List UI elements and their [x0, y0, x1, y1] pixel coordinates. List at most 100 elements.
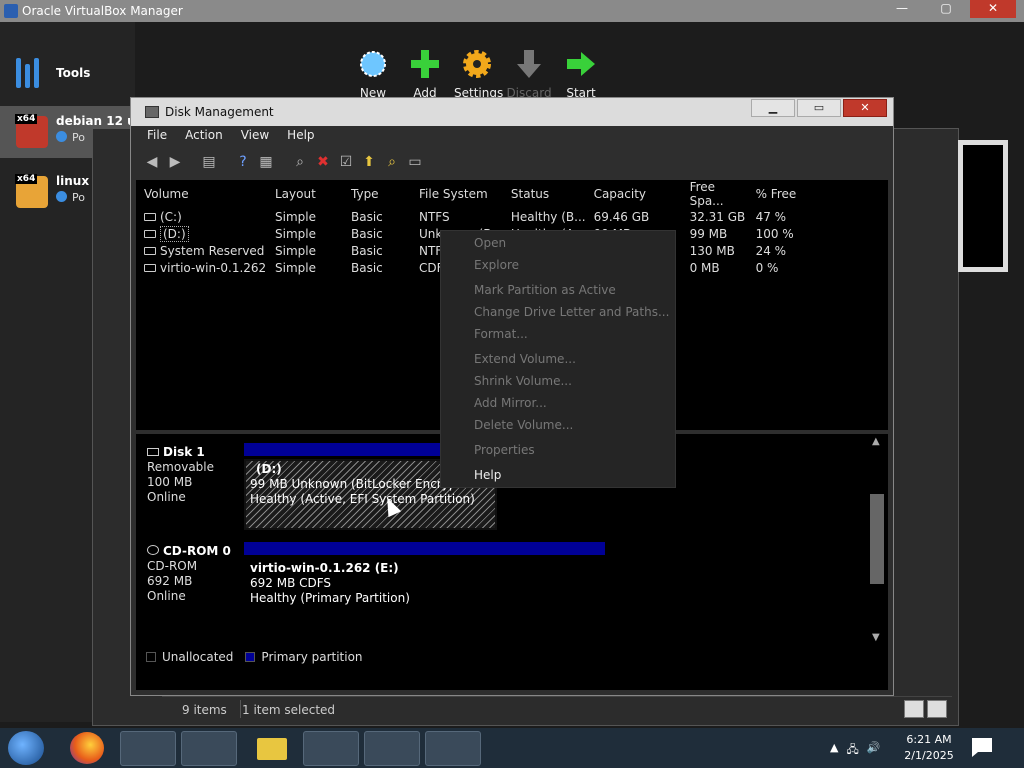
help-icon[interactable]: ?	[234, 153, 252, 171]
clock[interactable]: 6:21 AM 2/1/2025	[904, 732, 954, 764]
menu-item-open[interactable]: Open	[474, 236, 506, 250]
preview-panel	[958, 140, 1008, 272]
dm-close-button[interactable]: ✕	[843, 99, 887, 117]
col-type[interactable]: Type	[343, 180, 411, 208]
linux-icon: x64	[15, 174, 48, 208]
discard-button[interactable]: Discard	[506, 48, 552, 100]
drive-icon	[144, 212, 156, 221]
export-icon[interactable]: ⬆	[360, 153, 378, 171]
cdrom0-info[interactable]: CD-ROM 0 CD-ROM 692 MB Online	[147, 544, 231, 604]
menu-item-shrink-volume[interactable]: Shrink Volume...	[474, 374, 572, 388]
tray-expand-icon[interactable]: ▲	[830, 741, 838, 760]
legend-unallocated: Unallocated	[162, 650, 234, 664]
menu-view[interactable]: View	[241, 128, 269, 148]
discard-arrow-icon	[517, 50, 541, 78]
status-selected: 1 item selected	[242, 703, 336, 717]
show-pane-icon[interactable]: ▦	[257, 153, 275, 171]
search-folder-icon[interactable]: ⌕	[383, 153, 401, 171]
check-icon[interactable]: ☑	[337, 153, 355, 171]
col-percent-free[interactable]: % Free	[748, 180, 828, 208]
notification-icon[interactable]: 1	[970, 736, 994, 758]
disk-management-title-bar: Disk Management ▁ ▭ ✕	[131, 98, 893, 126]
menu-item-extend-volume[interactable]: Extend Volume...	[474, 352, 576, 366]
drive-icon	[144, 229, 156, 238]
menu-item-explore[interactable]: Explore	[474, 258, 519, 272]
connect-icon[interactable]: ⌕	[291, 153, 309, 171]
tools-item[interactable]: Tools	[16, 58, 90, 88]
taskbar-disk-management-icon[interactable]	[425, 731, 481, 766]
col-free-space[interactable]: Free Spa...	[682, 180, 748, 208]
menu-item-mark-active[interactable]: Mark Partition as Active	[474, 283, 616, 297]
dm-minimize-button[interactable]: ▁	[751, 99, 795, 117]
drive-icon	[144, 246, 156, 255]
menu-item-add-mirror[interactable]: Add Mirror...	[474, 396, 547, 410]
disk-management-icon	[145, 106, 159, 118]
dm-maximize-button[interactable]: ▭	[797, 99, 841, 117]
volume-list-header: Volume Layout Type File System Status Ca…	[136, 180, 828, 208]
scrollbar-thumb[interactable]	[870, 494, 884, 584]
new-button[interactable]: New	[350, 48, 396, 100]
taskbar-app-5[interactable]	[364, 731, 420, 766]
scroll-up-icon: ▲	[872, 436, 880, 447]
tiles-view-icon[interactable]	[927, 700, 947, 718]
unallocated-swatch	[146, 652, 156, 662]
col-status[interactable]: Status	[503, 180, 586, 208]
status-items: 9 items	[182, 703, 227, 717]
volume-icon[interactable]: 🔊	[867, 741, 881, 760]
taskbar: ▲ 🖧 🔊 6:21 AM 2/1/2025 1	[0, 728, 1024, 768]
menu-action[interactable]: Action	[185, 128, 223, 148]
power-off-icon	[56, 131, 67, 142]
minimize-button[interactable]: —	[882, 0, 922, 18]
details-view-icon[interactable]	[904, 700, 924, 718]
gear-icon	[463, 50, 491, 78]
cdrom0-primary-bar	[244, 542, 605, 555]
new-icon	[360, 51, 386, 77]
start-button-windows-icon[interactable]	[8, 731, 44, 765]
taskbar-app-1[interactable]	[120, 731, 176, 766]
table-row[interactable]: (C:) Simple Basic NTFS Healthy (B... 69.46 …	[136, 208, 828, 225]
menu-item-properties[interactable]: Properties	[474, 443, 535, 457]
start-button[interactable]: Start	[558, 48, 604, 100]
menu-file[interactable]: File	[147, 128, 167, 148]
col-file-system[interactable]: File System	[411, 180, 503, 208]
col-capacity[interactable]: Capacity	[586, 180, 682, 208]
vbox-title: Oracle VirtualBox Manager	[22, 4, 183, 18]
col-volume[interactable]: Volume	[136, 180, 267, 208]
vbox-toolbar: New Add Settings Discard Start	[350, 48, 604, 100]
settings-button[interactable]: Settings	[454, 48, 503, 100]
disk1-info[interactable]: Disk 1 Removable 100 MB Online	[147, 445, 214, 505]
tools-label: Tools	[56, 66, 91, 80]
col-layout[interactable]: Layout	[267, 180, 343, 208]
add-button[interactable]: Add	[402, 48, 448, 100]
close-button[interactable]: ✕	[970, 0, 1016, 18]
virtualbox-icon	[4, 4, 18, 18]
taskbar-explorer-folder-icon[interactable]	[242, 731, 298, 766]
menu-bar: File Action View Help	[137, 128, 315, 148]
forward-icon[interactable]: ▶	[166, 153, 184, 171]
back-icon[interactable]: ◀	[143, 153, 161, 171]
primary-swatch	[245, 652, 256, 662]
start-arrow-icon	[567, 52, 595, 76]
firefox-icon[interactable]	[70, 732, 104, 764]
menu-item-format[interactable]: Format...	[474, 327, 528, 341]
screen: Oracle VirtualBox Manager — ▢ ✕ Tools x6…	[0, 0, 1024, 768]
network-icon[interactable]: 🖧	[846, 741, 858, 760]
menu-item-change-drive-letter[interactable]: Change Drive Letter and Paths...	[474, 305, 669, 319]
cdrom-icon	[147, 545, 159, 555]
taskbar-app-remote-desktop[interactable]	[181, 731, 237, 766]
console-tree-icon[interactable]: ▤	[200, 153, 218, 171]
graphical-view-scrollbar[interactable]: ▲ ▼	[868, 434, 886, 646]
power-off-icon	[56, 191, 67, 202]
disk-management-title: Disk Management	[165, 105, 274, 119]
delete-icon[interactable]: ✖	[314, 153, 332, 171]
debian-icon: x64	[15, 114, 48, 148]
menu-help[interactable]: Help	[287, 128, 314, 148]
maximize-button[interactable]: ▢	[926, 0, 966, 18]
menu-item-help[interactable]: Help	[474, 468, 501, 482]
properties-icon[interactable]: ▭	[406, 153, 424, 171]
taskbar-virtualbox-icon[interactable]	[303, 731, 359, 766]
menu-item-delete-volume[interactable]: Delete Volume...	[474, 418, 573, 432]
add-icon	[411, 50, 439, 78]
cdrom0-partition-text[interactable]: virtio-win-0.1.262 (E:) 692 MB CDFS Heal…	[250, 561, 410, 606]
dm-toolbar: ◀ ▶ ▤ ? ▦ ⌕ ✖ ☑ ⬆ ⌕ ▭	[137, 150, 887, 174]
